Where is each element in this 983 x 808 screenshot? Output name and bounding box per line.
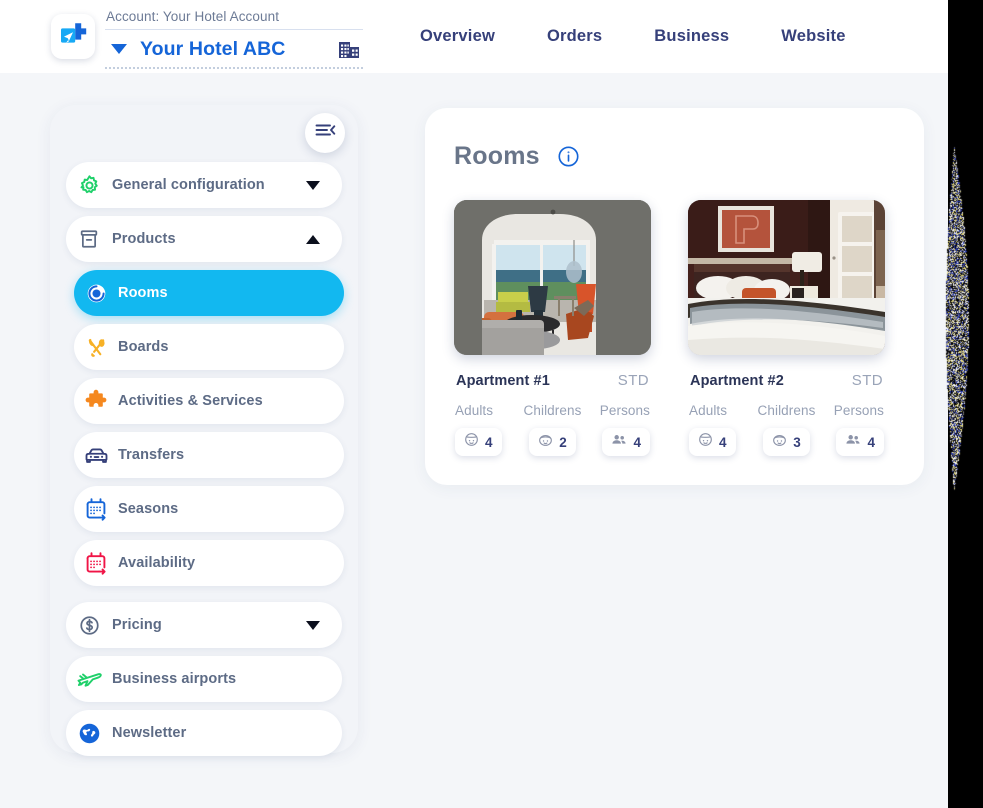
people-group-icon	[845, 432, 861, 452]
globe-icon	[66, 721, 112, 746]
dollar-coin-icon	[66, 614, 112, 637]
room-title-row: Apartment #1 STD	[454, 372, 651, 389]
caret-down-icon[interactable]	[111, 44, 127, 54]
car-icon	[74, 443, 118, 468]
room-name: Apartment #1	[456, 373, 550, 389]
occupancy-label-childrens: Childrens	[757, 403, 816, 418]
sidebar-item-activities-services[interactable]: Activities & Services	[74, 378, 344, 424]
occupancy-value: 2	[559, 434, 567, 450]
occupancy-label-adults: Adults	[689, 403, 728, 418]
sidebar-item-seasons[interactable]: Seasons	[74, 486, 344, 532]
plus-airplane-logo-icon	[60, 21, 87, 53]
sidebar-item-boards[interactable]: Boards	[74, 324, 344, 370]
app-viewport: Account: Your Hotel Account Your Hotel A…	[0, 0, 948, 808]
chevron-up-icon[interactable]	[306, 234, 320, 244]
sidebar: General configuration Products Rooms Boa…	[50, 105, 358, 756]
occupancy-label-childrens: Childrens	[523, 403, 582, 418]
occupancy-value: 4	[485, 434, 493, 450]
child-face-icon	[538, 432, 553, 452]
room-title-row: Apartment #2 STD	[688, 372, 885, 389]
occupancy-chip-persons[interactable]: 4	[602, 428, 650, 456]
occupancy-chips: 4	[688, 428, 885, 456]
occupancy-chip-childrens[interactable]: 3	[763, 428, 810, 456]
sidebar-item-label: Boards	[118, 339, 169, 355]
rooms-panel-header: Rooms	[454, 142, 580, 171]
gear-icon	[66, 174, 112, 197]
occupancy-value: 4	[867, 434, 875, 450]
sidebar-item-products[interactable]: Products	[66, 216, 342, 262]
occupancy-label-persons: Persons	[833, 403, 884, 418]
occupancy-label-persons: Persons	[599, 403, 650, 418]
occupancy-chips: 4	[454, 428, 651, 456]
occupancy-labels: Adults Childrens Persons	[688, 403, 885, 418]
occupancy-label-adults: Adults	[455, 403, 494, 418]
sidebar-item-label: Transfers	[118, 447, 185, 463]
sidebar-item-availability[interactable]: Availability	[74, 540, 344, 586]
sidebar-item-label: General configuration	[112, 177, 265, 193]
room-card[interactable]: Apartment #1 STD Adults Childrens Person…	[454, 200, 651, 456]
chevron-down-icon[interactable]	[306, 180, 320, 190]
sidebar-nav-list: General configuration Products Rooms Boa…	[50, 162, 358, 764]
sidebar-item-business-airports[interactable]: Business airports	[66, 656, 342, 702]
app-logo[interactable]	[51, 14, 95, 59]
child-face-icon	[772, 432, 787, 452]
occupancy-value: 3	[793, 434, 801, 450]
hotel-bedroom-photo[interactable]	[688, 200, 885, 355]
sidebar-item-general-configuration[interactable]: General configuration	[66, 162, 342, 208]
sidebar-collapse-button[interactable]	[305, 113, 345, 153]
box-icon	[66, 228, 112, 250]
sidebar-item-newsletter[interactable]: Newsletter	[66, 710, 342, 756]
occupancy-value: 4	[719, 434, 727, 450]
sidebar-item-pricing[interactable]: Pricing	[66, 602, 342, 648]
room-code: STD	[617, 372, 649, 389]
info-circle-icon[interactable]	[557, 145, 580, 168]
occupancy-chip-adults[interactable]: 4	[689, 428, 736, 456]
account-name: Your Hotel ABC	[140, 37, 286, 60]
occupancy-chip-childrens[interactable]: 2	[529, 428, 576, 456]
collapse-menu-icon	[315, 123, 336, 144]
nav-orders[interactable]: Orders	[547, 27, 602, 46]
room-name: Apartment #2	[690, 373, 784, 389]
occupancy-value: 4	[633, 434, 641, 450]
people-group-icon	[611, 432, 627, 452]
top-header: Account: Your Hotel Account Your Hotel A…	[0, 0, 948, 73]
right-black-gutter	[948, 0, 983, 808]
sidebar-item-label: Activities & Services	[118, 393, 263, 409]
sidebar-item-label: Business airports	[112, 671, 237, 687]
room-code: STD	[851, 372, 883, 389]
sidebar-item-label: Rooms	[118, 285, 168, 301]
sidebar-item-transfers[interactable]: Transfers	[74, 432, 344, 478]
rooms-card-grid: Apartment #1 STD Adults Childrens Person…	[454, 200, 885, 456]
building-icon	[337, 37, 361, 61]
sidebar-item-rooms[interactable]: Rooms	[74, 270, 344, 316]
room-card[interactable]: Apartment #2 STD Adults Childrens Person…	[688, 200, 885, 456]
account-label: Account: Your Hotel Account	[106, 9, 280, 24]
adult-face-icon	[698, 432, 713, 452]
occupancy-chip-adults[interactable]: 4	[455, 428, 502, 456]
sidebar-item-label: Products	[112, 231, 176, 247]
nav-overview[interactable]: Overview	[420, 27, 495, 46]
sidebar-item-label: Seasons	[118, 501, 179, 517]
puzzle-icon	[74, 389, 118, 413]
living-room-ocean-view-photo[interactable]	[454, 200, 651, 355]
calendar-red-icon	[74, 551, 118, 575]
room-circle-icon	[74, 282, 118, 305]
primary-navigation: Overview Orders Business Website	[420, 0, 846, 73]
nav-website[interactable]: Website	[781, 27, 845, 46]
occupancy-chip-persons[interactable]: 4	[836, 428, 884, 456]
adult-face-icon	[464, 432, 479, 452]
sidebar-item-label: Pricing	[112, 617, 162, 633]
sidebar-item-label: Availability	[118, 555, 196, 571]
occupancy-labels: Adults Childrens Persons	[454, 403, 651, 418]
rooms-panel: Rooms Apartment #1 STD Adults Childrens …	[425, 108, 924, 485]
account-dotted-underline	[105, 67, 363, 69]
sidebar-item-label: Newsletter	[112, 725, 187, 741]
nav-business[interactable]: Business	[654, 27, 729, 46]
chevron-down-icon[interactable]	[306, 620, 320, 630]
calendar-blue-icon	[74, 497, 118, 521]
page-title: Rooms	[454, 142, 540, 170]
cutlery-icon	[74, 336, 118, 359]
account-selector[interactable]: Account: Your Hotel Account Your Hotel A…	[105, 8, 363, 69]
airplane-icon	[66, 667, 112, 691]
